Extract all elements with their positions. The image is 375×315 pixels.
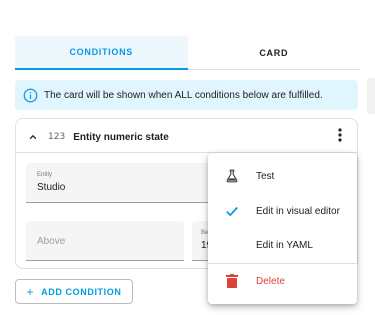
menu-label-edit-visual: Edit in visual editor — [256, 205, 340, 217]
menu-item-delete[interactable]: Delete — [208, 265, 357, 297]
numeric-icon: 123 — [48, 132, 66, 142]
chevron-up-icon[interactable] — [28, 132, 38, 142]
info-icon — [23, 88, 38, 103]
condition-header[interactable]: 123 Entity numeric state — [28, 129, 169, 145]
menu-divider — [208, 263, 357, 264]
delete-icon — [224, 273, 240, 289]
flask-icon — [224, 168, 240, 184]
side-panel-edge — [367, 78, 375, 114]
plus-icon: + — [26, 284, 35, 299]
add-condition-button[interactable]: + ADD CONDITION — [15, 279, 133, 304]
tab-card[interactable]: CARD — [187, 36, 360, 70]
check-icon — [224, 203, 240, 219]
tab-bar: CONDITIONS CARD — [15, 36, 360, 70]
above-label: Above — [37, 236, 66, 247]
overflow-menu: Test Edit in visual editor Edit in YAML … — [208, 153, 357, 304]
menu-item-test[interactable]: Test — [208, 160, 357, 192]
add-condition-label: ADD CONDITION — [41, 286, 122, 297]
entity-value: Studio — [37, 182, 66, 193]
above-field[interactable]: Above — [26, 221, 184, 261]
condition-title: Entity numeric state — [73, 131, 169, 143]
menu-label-delete: Delete — [256, 275, 285, 287]
menu-item-edit-yaml[interactable]: Edit in YAML — [208, 229, 357, 261]
more-vert-icon[interactable] — [334, 128, 346, 144]
info-alert: The card will be shown when ALL conditio… — [15, 80, 358, 110]
menu-label-test: Test — [256, 170, 275, 182]
tab-conditions[interactable]: CONDITIONS — [15, 36, 188, 70]
menu-label-edit-yaml: Edit in YAML — [256, 239, 313, 251]
menu-item-edit-visual[interactable]: Edit in visual editor — [208, 195, 357, 227]
alert-message: The card will be shown when ALL conditio… — [44, 89, 323, 101]
entity-label: Entity — [37, 172, 53, 178]
